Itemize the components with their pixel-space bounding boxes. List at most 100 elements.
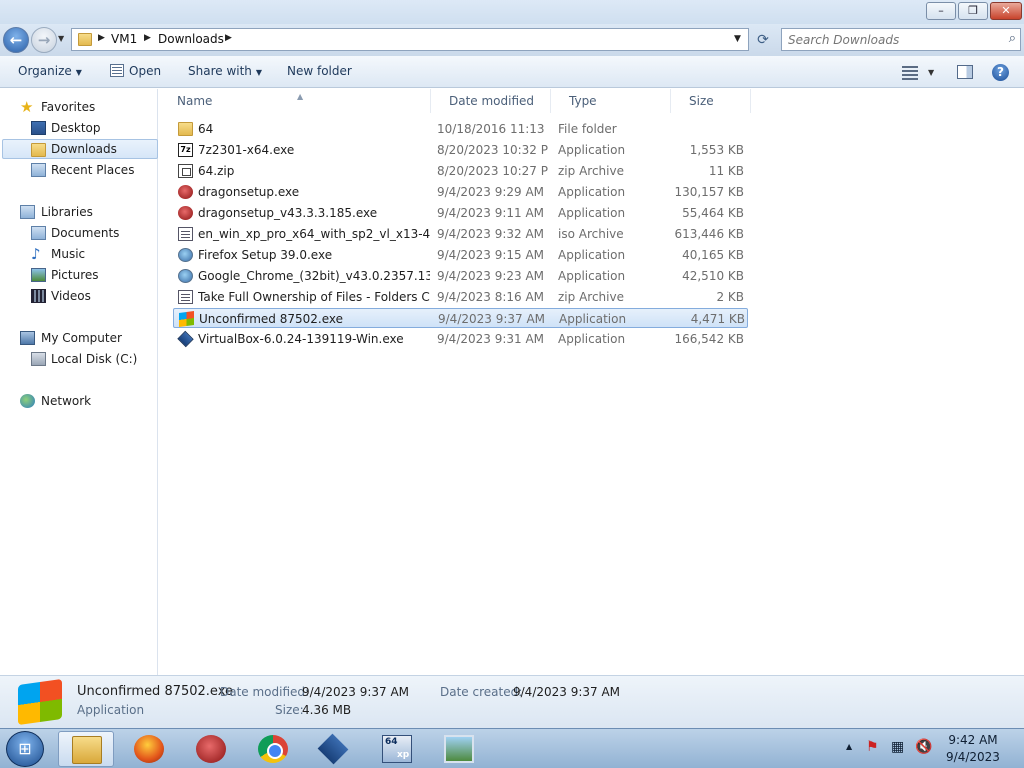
- nav-documents[interactable]: Documents: [2, 223, 158, 243]
- new-folder-button[interactable]: New folder: [287, 64, 352, 78]
- breadcrumb-vm1[interactable]: VM1: [111, 32, 137, 46]
- file-list: Name ▲ Date modified Type Size 64 10/18/…: [159, 89, 1024, 675]
- downloads-folder-icon: [31, 143, 46, 157]
- column-header-name-label: Name: [177, 94, 213, 108]
- column-header-name[interactable]: Name ▲: [159, 89, 431, 113]
- file-row[interactable]: 7z 7z2301-x64.exe 8/20/2023 10:32 PM App…: [173, 140, 748, 160]
- change-view-icon[interactable]: [902, 66, 918, 80]
- minimize-button[interactable]: –: [926, 2, 956, 20]
- file-name: 64.zip: [198, 164, 235, 178]
- nav-my-computer[interactable]: My Computer: [2, 328, 158, 348]
- file-size: 42,510 KB: [682, 269, 744, 283]
- column-header-type[interactable]: Type: [551, 89, 671, 113]
- maximize-button[interactable]: ❐: [958, 2, 988, 20]
- preview-pane-icon[interactable]: [957, 65, 973, 79]
- nav-libraries[interactable]: Libraries: [2, 202, 158, 222]
- search-input[interactable]: [788, 31, 998, 48]
- nav-network[interactable]: Network: [2, 391, 158, 411]
- close-button[interactable]: ✕: [990, 2, 1022, 20]
- view-options-dropdown[interactable]: ▼: [928, 68, 934, 77]
- nav-recent-places[interactable]: Recent Places: [2, 160, 158, 180]
- nav-music[interactable]: ♪ Music: [2, 244, 158, 264]
- nav-pictures[interactable]: Pictures: [2, 265, 158, 285]
- taskbar-dragon[interactable]: [183, 731, 239, 767]
- file-name: 64: [198, 122, 214, 136]
- file-size: 613,446 KB: [674, 227, 744, 241]
- search-box[interactable]: ⌕: [781, 28, 1021, 51]
- help-icon[interactable]: ?: [992, 64, 1009, 81]
- clock[interactable]: 9:42 AM 9/4/2023: [940, 732, 1006, 766]
- breadcrumb-downloads[interactable]: Downloads: [158, 32, 224, 46]
- new-folder-label: New folder: [287, 64, 352, 78]
- folder-icon: [178, 122, 193, 136]
- nav-videos[interactable]: Videos: [2, 286, 158, 306]
- nav-libraries-label: Libraries: [41, 205, 93, 219]
- file-row[interactable]: en_win_xp_pro_x64_with_sp2_vl_x13-4161..…: [173, 224, 748, 244]
- windows-flag-icon: [179, 310, 194, 328]
- taskbar-take-ownership[interactable]: 64 xp: [369, 731, 425, 767]
- search-icon[interactable]: ⌕: [1009, 31, 1016, 46]
- documents-icon: [31, 226, 46, 240]
- file-row[interactable]: Google_Chrome_(32bit)_v43.0.2357.130.exe…: [173, 266, 748, 286]
- nav-desktop[interactable]: Desktop: [2, 118, 158, 138]
- nav-local-disk[interactable]: Local Disk (C:): [2, 349, 158, 369]
- recent-pages-dropdown[interactable]: ▼: [58, 34, 68, 46]
- volume-muted-icon[interactable]: 🔇: [915, 739, 932, 755]
- taskbar: ⊞ 64 xp ▲ ⚑ ▦ 🔇 9:42 AM 9/4/2023: [0, 728, 1024, 768]
- chevron-down-icon: ▼: [75, 68, 82, 77]
- start-button[interactable]: ⊞: [6, 731, 44, 767]
- nav-favorites[interactable]: ★ Favorites: [2, 97, 158, 117]
- desktop-icon: [31, 121, 46, 135]
- nav-my-computer-label: My Computer: [41, 331, 122, 345]
- file-row[interactable]: Take Full Ownership of Files - Folders C…: [173, 287, 748, 307]
- nav-downloads[interactable]: Downloads: [2, 139, 158, 159]
- details-date-created-label: Date created:: [440, 685, 523, 699]
- clock-date: 9/4/2023: [946, 750, 1000, 764]
- address-bar[interactable]: ▶ VM1 ▶ Downloads ▶ ▼: [71, 28, 749, 51]
- file-row[interactable]: 64.zip 8/20/2023 10:27 PM zip Archive 11…: [173, 161, 748, 181]
- show-hidden-icons-button[interactable]: ▲: [846, 742, 852, 751]
- file-row[interactable]: dragonsetup_v43.3.3.185.exe 9/4/2023 9:1…: [173, 203, 748, 223]
- column-header-date-modified[interactable]: Date modified: [431, 89, 551, 113]
- back-button[interactable]: ←: [3, 27, 29, 53]
- open-button[interactable]: Open: [110, 64, 161, 78]
- takeown-badge: 64: [385, 737, 398, 747]
- breadcrumb-arrow-icon[interactable]: ▶: [144, 33, 151, 43]
- action-center-icon[interactable]: ⚑: [866, 739, 879, 755]
- file-row[interactable]: 64 10/18/2016 11:13 ... File folder: [173, 119, 748, 139]
- taskbar-firefox[interactable]: [121, 731, 177, 767]
- refresh-icon[interactable]: ⟳: [752, 29, 774, 51]
- taskbar-chrome[interactable]: [245, 731, 301, 767]
- details-date-modified-label: Date modified:: [220, 685, 310, 699]
- share-with-button[interactable]: Share with ▼: [188, 64, 262, 78]
- taskbar-virtualbox[interactable]: [305, 731, 361, 767]
- breadcrumb-arrow-icon[interactable]: ▶: [225, 33, 232, 43]
- virtualbox-icon: [177, 330, 194, 348]
- column-header-size[interactable]: Size: [671, 89, 751, 113]
- file-row[interactable]: dragonsetup.exe 9/4/2023 9:29 AM Applica…: [173, 182, 748, 202]
- breadcrumb-arrow-icon[interactable]: ▶: [98, 33, 105, 43]
- open-label: Open: [129, 64, 162, 78]
- photo-viewer-icon: [444, 735, 474, 763]
- minimize-icon: –: [938, 4, 944, 17]
- file-row[interactable]: VirtualBox-6.0.24-139119-Win.exe 9/4/202…: [173, 329, 748, 349]
- navigation-pane: ★ Favorites Desktop Downloads Recent Pla…: [0, 89, 158, 675]
- file-date: 9/4/2023 9:31 AM: [437, 332, 545, 346]
- nav-pictures-label: Pictures: [51, 268, 99, 282]
- nav-videos-label: Videos: [51, 289, 91, 303]
- network-tray-icon[interactable]: ▦: [891, 739, 904, 755]
- file-date: 9/4/2023 8:16 AM: [437, 290, 545, 304]
- address-row: ← → ▼ ▶ VM1 ▶ Downloads ▶ ▼ ⟳ ⌕: [0, 24, 1024, 56]
- 7zip-icon: 7z: [178, 143, 193, 157]
- file-row[interactable]: Firefox Setup 39.0.exe 9/4/2023 9:15 AM …: [173, 245, 748, 265]
- taskbar-explorer[interactable]: [58, 731, 114, 767]
- file-size: 40,165 KB: [682, 248, 744, 262]
- file-row-selected[interactable]: Unconfirmed 87502.exe 9/4/2023 9:37 AM A…: [173, 308, 748, 328]
- taskbar-photo-viewer[interactable]: [431, 731, 487, 767]
- address-dropdown-icon[interactable]: ▼: [734, 34, 741, 44]
- forward-button[interactable]: →: [31, 27, 57, 53]
- organize-button[interactable]: Organize ▼: [18, 64, 82, 78]
- iso-icon: [178, 227, 193, 241]
- title-bar[interactable]: – ❐ ✕: [0, 0, 1024, 24]
- clock-time: 9:42 AM: [948, 733, 998, 747]
